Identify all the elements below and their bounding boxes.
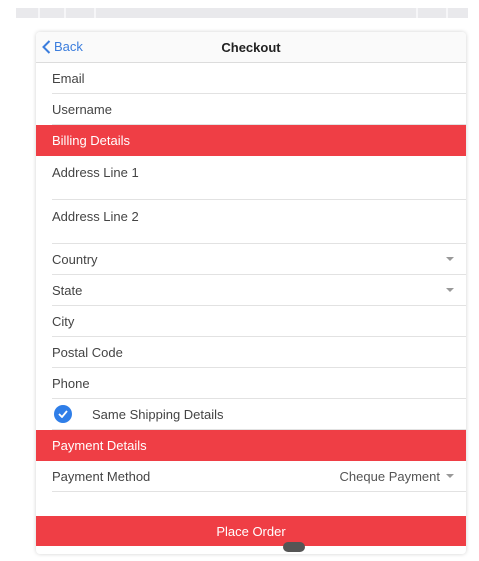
- strip-divider: [64, 8, 66, 18]
- payment-method-label: Payment Method: [52, 469, 151, 484]
- payment-method-value: Cheque Payment: [339, 469, 440, 484]
- country-select[interactable]: Country: [52, 244, 466, 275]
- country-label: Country: [52, 252, 98, 267]
- email-label: Email: [52, 71, 85, 86]
- chevron-down-icon: [446, 288, 454, 292]
- username-field[interactable]: Username: [52, 94, 466, 125]
- address-line-1-label: Address Line 1: [52, 165, 139, 180]
- billing-section-header: Billing Details: [36, 125, 466, 156]
- chevron-down-icon: [446, 474, 454, 478]
- payment-method-select[interactable]: Payment Method Cheque Payment: [52, 461, 466, 492]
- state-label: State: [52, 283, 83, 298]
- payment-section-header: Payment Details: [36, 430, 466, 461]
- strip-divider: [416, 8, 418, 18]
- same-shipping-label: Same Shipping Details: [92, 407, 224, 422]
- empty-row: [52, 492, 466, 519]
- payment-section-label: Payment Details: [52, 438, 147, 453]
- city-field[interactable]: City: [52, 306, 466, 337]
- nav-bar: Back Checkout: [36, 32, 466, 63]
- home-indicator: [283, 542, 305, 552]
- address-line-2-label: Address Line 2: [52, 209, 139, 224]
- strip-divider: [94, 8, 96, 18]
- chevron-down-icon: [446, 257, 454, 261]
- checkout-screen: Back Checkout Email Username Billing Det…: [36, 32, 466, 554]
- city-label: City: [52, 314, 75, 329]
- top-status-strip: [16, 8, 468, 18]
- page-title: Checkout: [221, 40, 281, 55]
- phone-field[interactable]: Phone: [52, 368, 466, 399]
- address-line-1-field[interactable]: Address Line 1: [52, 156, 466, 200]
- phone-label: Phone: [52, 376, 90, 391]
- email-field[interactable]: Email: [52, 63, 466, 94]
- state-select[interactable]: State: [52, 275, 466, 306]
- place-order-label: Place Order: [216, 523, 286, 539]
- strip-divider: [446, 8, 448, 18]
- username-label: Username: [52, 102, 112, 117]
- postal-code-label: Postal Code: [52, 345, 123, 360]
- billing-section-label: Billing Details: [52, 133, 131, 148]
- checkmark-icon: [54, 405, 72, 423]
- postal-code-field[interactable]: Postal Code: [52, 337, 466, 368]
- place-order-button[interactable]: Place Order: [36, 516, 466, 546]
- address-line-2-field[interactable]: Address Line 2: [52, 200, 466, 244]
- strip-divider: [38, 8, 40, 18]
- same-shipping-checkbox[interactable]: Same Shipping Details: [52, 399, 466, 430]
